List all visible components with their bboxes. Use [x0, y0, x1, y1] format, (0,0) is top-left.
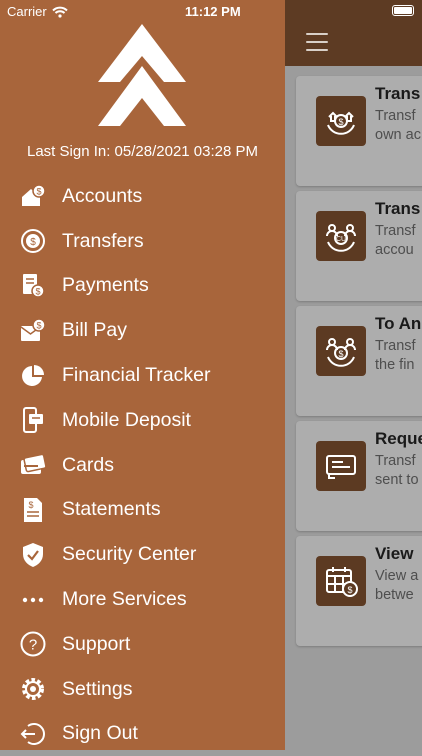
sidebar-item-accounts[interactable]: $ Accounts [0, 174, 285, 219]
battery-icon [392, 5, 414, 16]
svg-text:$: $ [36, 320, 41, 330]
card-title: To An [375, 314, 422, 333]
sidebar-item-label: Settings [62, 677, 133, 700]
member-transfer-icon: CU [316, 211, 366, 261]
status-bar: Carrier 11:12 PM [0, 0, 422, 24]
card-description: View a betwe [375, 568, 419, 603]
svg-text:$: $ [338, 117, 343, 127]
sidebar-item-security-center[interactable]: Security Center [0, 532, 285, 577]
card-title: Trans [375, 199, 421, 218]
wifi-icon [52, 6, 68, 18]
home-transfer-icon: $ [316, 96, 366, 146]
sidebar-item-label: Transfers [62, 229, 144, 252]
mobile-deposit-icon [20, 407, 46, 434]
sidebar-item-label: Bill Pay [62, 319, 128, 342]
sidebar-item-label: Cards [62, 453, 115, 476]
payments-icon: $ [20, 273, 46, 299]
sidebar-item-label: Statements [62, 498, 161, 521]
card-title: Reque [375, 429, 422, 448]
check-request-icon [316, 441, 366, 491]
hamburger-menu-button[interactable] [306, 33, 328, 51]
more-icon [20, 587, 46, 613]
sidebar-item-transfers[interactable]: $ Transfers [0, 219, 285, 264]
svg-text:CU: CU [336, 236, 346, 243]
transfer-option-card[interactable]: CU Trans Transf accou [296, 191, 422, 301]
sidebar-item-label: Mobile Deposit [62, 408, 191, 431]
sidebar-item-statements[interactable]: $ Statements [0, 488, 285, 533]
shield-icon [20, 542, 46, 568]
svg-text:$: $ [347, 585, 352, 595]
calendar-dollar-icon: $ [316, 556, 366, 606]
person-transfer-icon: $ [316, 326, 366, 376]
sidebar-item-label: Sign Out [62, 722, 138, 745]
svg-text:$: $ [35, 286, 40, 296]
pie-chart-icon [20, 363, 46, 389]
sidebar-item-cards[interactable]: Cards [0, 443, 285, 488]
sidebar-item-mobile-deposit[interactable]: Mobile Deposit [0, 398, 285, 443]
sign-out-icon [20, 721, 46, 747]
svg-text:$: $ [30, 237, 36, 248]
carrier-label: Carrier [7, 4, 47, 19]
transfer-option-card[interactable]: Reque Transf sent to [296, 421, 422, 531]
card-description: Transf own ac [375, 108, 421, 143]
card-description: Transf accou [375, 223, 416, 258]
card-description: Transf sent to [375, 453, 419, 488]
sidebar-item-label: Support [62, 632, 131, 655]
card-title: View [375, 544, 414, 563]
svg-text:$: $ [338, 349, 343, 359]
sidebar-item-financial-tracker[interactable]: Financial Tracker [0, 353, 285, 398]
transfer-option-card[interactable]: $ To An Transf the fin [296, 306, 422, 416]
carrier: Carrier [7, 4, 68, 19]
bill-pay-icon: $ [20, 318, 46, 344]
card-description: Transf the fin [375, 338, 416, 373]
svg-text:?: ? [29, 637, 37, 654]
sidebar-item-label: Accounts [62, 184, 143, 207]
card-title: Trans [375, 84, 421, 103]
house-dollar-icon: $ [20, 183, 46, 209]
transfer-icon: $ [20, 228, 46, 254]
sidebar-item-sign-out[interactable]: Sign Out [0, 712, 285, 756]
drawer-menu: $ Accounts $ Transfers $ Payments $ Bill… [0, 174, 285, 756]
sidebar-item-label: Security Center [62, 543, 197, 566]
cards-icon [20, 452, 46, 478]
transfer-option-card[interactable]: $ View View a betwe [296, 536, 422, 646]
statement-icon: $ [20, 497, 46, 523]
sidebar-item-more-services[interactable]: More Services [0, 577, 285, 622]
logo-icon [98, 24, 186, 126]
gear-icon [20, 676, 46, 702]
sidebar-item-payments[interactable]: $ Payments [0, 264, 285, 309]
sidebar-item-label: Financial Tracker [62, 364, 211, 387]
sidebar-item-settings[interactable]: Settings [0, 667, 285, 712]
clock: 11:12 PM [185, 4, 241, 19]
navigation-drawer: Last Sign In: 05/28/2021 03:28 PM $ Acco… [0, 0, 285, 750]
sidebar-item-label: More Services [62, 588, 187, 611]
svg-text:$: $ [36, 187, 41, 197]
help-icon: ? [20, 631, 46, 657]
sidebar-item-support[interactable]: ? Support [0, 622, 285, 667]
sidebar-item-label: Payments [62, 274, 149, 297]
svg-text:$: $ [28, 500, 33, 510]
last-signin-text: Last Sign In: 05/28/2021 03:28 PM [27, 143, 258, 160]
transfer-option-card[interactable]: $ Trans Transf own ac [296, 76, 422, 186]
sidebar-item-bill-pay[interactable]: $ Bill Pay [0, 308, 285, 353]
